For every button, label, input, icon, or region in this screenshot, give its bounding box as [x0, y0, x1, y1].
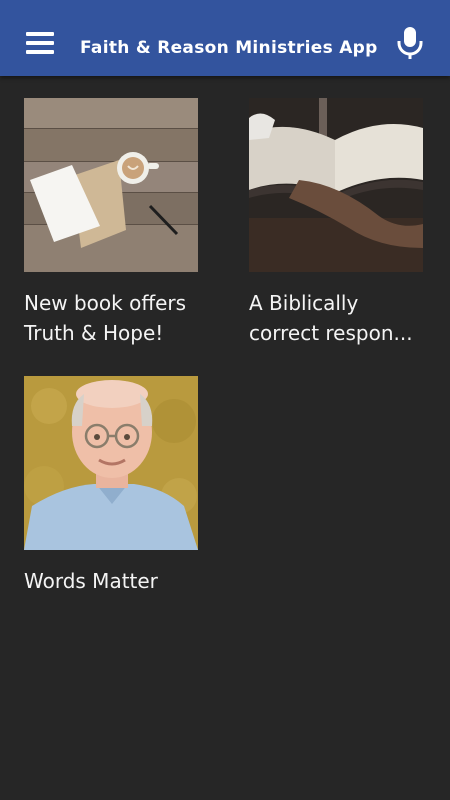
article-card[interactable]: A Biblically correct respon...	[249, 98, 425, 348]
article-title[interactable]: A Biblically correct respon...	[249, 288, 439, 348]
menu-button[interactable]	[22, 28, 58, 62]
desk-notebook-coffee-image[interactable]	[24, 98, 198, 272]
app-bar: Faith & Reason Ministries App	[0, 0, 450, 76]
article-title-line: Truth & Hope!	[24, 321, 164, 345]
hands-holding-bible-image[interactable]	[249, 98, 423, 272]
article-card[interactable]: Words Matter	[24, 376, 200, 596]
menu-icon-bar	[26, 50, 54, 54]
article-title[interactable]: Words Matter	[24, 566, 214, 596]
microphone-icon	[397, 27, 423, 59]
author-portrait-image[interactable]	[24, 376, 198, 550]
app-title: Faith & Reason Ministries App	[80, 38, 378, 58]
menu-icon-bar	[26, 32, 54, 36]
article-title[interactable]: New book offers Truth & Hope!	[24, 288, 214, 348]
article-title-line: Words Matter	[24, 569, 158, 593]
article-title-line: New book offers	[24, 291, 187, 315]
article-title-line: correct respon...	[249, 321, 413, 345]
article-title-line: A Biblically	[249, 291, 359, 315]
article-card[interactable]: New book offers Truth & Hope!	[24, 98, 200, 348]
voice-search-button[interactable]	[394, 26, 426, 62]
menu-icon-bar	[26, 41, 54, 45]
